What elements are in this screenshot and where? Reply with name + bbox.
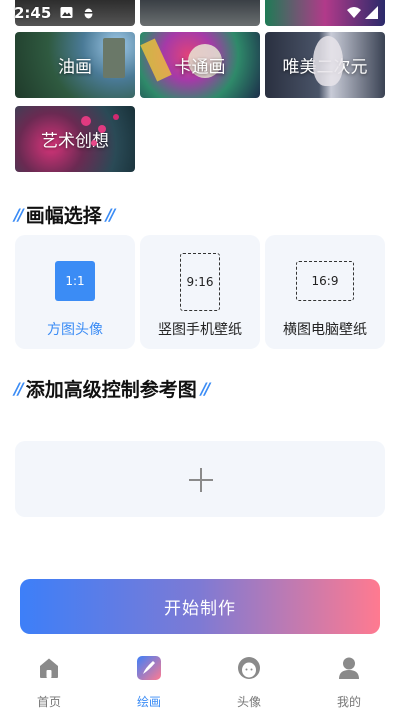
ratio-preview-portrait: 9:16 bbox=[180, 253, 220, 311]
style-tile-cartoon[interactable]: 卡通画 bbox=[140, 32, 260, 98]
style-tile-label: 油画 bbox=[58, 57, 92, 78]
reference-section-title: // 添加高级控制参考图 // bbox=[14, 376, 211, 401]
title-bars-left: // bbox=[14, 378, 24, 398]
style-tile-label: 唯美二次元 bbox=[282, 57, 368, 78]
tab-paint[interactable]: 绘画 bbox=[119, 656, 179, 709]
section-title-text: 添加高级控制参考图 bbox=[25, 378, 197, 401]
ratio-option-label: 横图电脑壁纸 bbox=[283, 322, 367, 338]
tab-avatar[interactable]: 头像 bbox=[219, 656, 279, 709]
wifi-icon bbox=[347, 7, 361, 18]
home-icon bbox=[40, 658, 58, 678]
style-tile-label: 卡通画 bbox=[174, 57, 226, 78]
bug-icon bbox=[84, 8, 93, 19]
ratio-option-16-9[interactable]: 16:9 横图电脑壁纸 bbox=[265, 235, 385, 349]
plus-icon bbox=[189, 468, 213, 492]
ratio-preview-square: 1:1 bbox=[55, 261, 95, 301]
paint-brush-icon bbox=[137, 656, 161, 680]
style-tile-anime[interactable]: 唯美二次元 bbox=[265, 32, 385, 98]
ratio-option-label: 方图头像 bbox=[47, 322, 103, 338]
tab-mine[interactable]: 我的 bbox=[319, 656, 379, 709]
ratio-option-label: 竖图手机壁纸 bbox=[158, 322, 242, 338]
title-bars-right: // bbox=[105, 204, 116, 224]
ratio-preview-landscape: 16:9 bbox=[296, 261, 354, 301]
title-bars-right: // bbox=[200, 378, 211, 398]
style-tile-label: 艺术创想 bbox=[41, 131, 109, 152]
user-icon bbox=[339, 657, 359, 679]
tab-label: 绘画 bbox=[136, 695, 161, 709]
section-title-text: 画幅选择 bbox=[25, 204, 102, 227]
style-tile-art-creation[interactable]: 艺术创想 bbox=[15, 106, 135, 172]
tab-label: 头像 bbox=[236, 695, 261, 709]
style-tile-oil-painting[interactable]: 油画 bbox=[15, 32, 135, 98]
add-reference-image-button[interactable] bbox=[15, 441, 385, 517]
status-bar: 2:45 bbox=[0, 0, 400, 26]
avatar-face-icon bbox=[238, 657, 260, 679]
signal-icon bbox=[365, 6, 378, 19]
image-icon bbox=[60, 7, 73, 18]
tab-home[interactable]: 首页 bbox=[19, 656, 79, 709]
bottom-tab-bar: 首页 绘画 头像 我的 bbox=[0, 650, 400, 711]
tab-label: 首页 bbox=[36, 695, 61, 709]
tab-label: 我的 bbox=[336, 695, 361, 709]
ratio-option-1-1[interactable]: 1:1 方图头像 bbox=[15, 235, 135, 349]
ratio-section-title: // 画幅选择 // bbox=[14, 202, 116, 227]
title-bars-left: // bbox=[14, 204, 24, 224]
start-creation-button[interactable]: 开始制作 bbox=[20, 579, 380, 634]
status-time: 2:45 bbox=[14, 4, 52, 22]
ratio-option-9-16[interactable]: 9:16 竖图手机壁纸 bbox=[140, 235, 260, 349]
